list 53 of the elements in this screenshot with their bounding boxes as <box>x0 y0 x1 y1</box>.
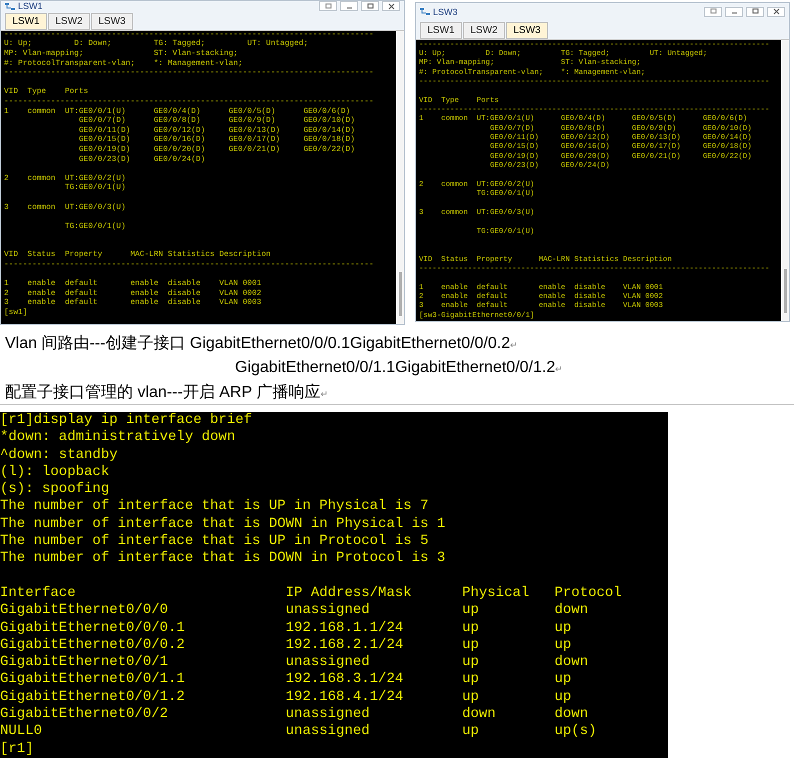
network-icon <box>5 2 15 11</box>
tab[interactable]: LSW3 <box>506 22 548 39</box>
scrollbar[interactable] <box>781 40 789 321</box>
tab[interactable]: LSW2 <box>463 22 505 39</box>
restore-button[interactable] <box>704 6 722 17</box>
minimize-button[interactable] <box>340 1 358 12</box>
paragraph-mark: ↵ <box>510 338 518 352</box>
terminal-line: The number of interface that is UP in Physical is 7 <box>0 498 430 516</box>
restore-icon <box>708 8 718 16</box>
terminal-line: ^down: standby <box>0 446 119 464</box>
scroll-thumb[interactable] <box>398 272 402 316</box>
paragraph-mark: ↵ <box>320 388 328 400</box>
terminal-line: (l): loopback <box>0 464 110 482</box>
paragraph-mark: ↵ <box>555 362 564 376</box>
terminal-line: GigabitEthernet0/0/0.1 192.168.1.1/24 up up <box>0 620 572 637</box>
terminal-line: The number of interface that is UP in Protocol is 5 <box>0 533 430 550</box>
close-button[interactable] <box>382 1 400 12</box>
minimize-button[interactable] <box>725 6 743 17</box>
close-icon <box>772 8 780 16</box>
terminal-line: The number of interface that is DOWN in Physical is 1 <box>0 516 446 534</box>
terminal-line: *down: administratively down <box>0 429 236 447</box>
close-icon <box>386 2 396 10</box>
network-icon <box>420 7 430 16</box>
terminal-line: GigabitEthernet0/0/0 unassigned up down <box>0 602 590 620</box>
tab[interactable]: LSW2 <box>48 12 90 30</box>
terminal-line: GigabitEthernet0/0/0.2 192.168.2.1/24 up up <box>0 636 572 654</box>
terminal-line: [r1] <box>0 740 35 758</box>
maximize-button[interactable] <box>746 6 764 17</box>
scrollbar[interactable] <box>396 30 404 324</box>
restore-icon <box>324 2 332 10</box>
tab[interactable]: LSW1 <box>420 22 462 39</box>
terminal-line: The number of interface that is DOWN in Protocol is 3 <box>0 550 446 568</box>
maximize-icon <box>366 2 374 10</box>
terminal-line: Interface IP Address/Mask Physical Protocol <box>0 584 623 602</box>
paragraph-text: 配置子接口管理的 vlan---开启 ARP 广播响应 <box>5 382 320 403</box>
tab[interactable]: LSW1 <box>5 12 47 30</box>
maximize-icon <box>750 8 760 16</box>
terminal-line: GigabitEthernet0/0/1.2 192.168.4.1/24 up up <box>0 688 572 706</box>
close-button[interactable] <box>767 6 785 17</box>
terminal-line: GigabitEthernet0/0/1.1 192.168.3.1/24 up up <box>0 671 572 689</box>
terminal-line: [r1]display ip interface brief <box>0 412 254 430</box>
paragraph-text: GigabitEthernet0/0/1.1GigabitEthernet0/0/1.2 <box>235 358 556 378</box>
terminal-line: GigabitEthernet0/0/2 unassigned down down <box>0 706 590 724</box>
maximize-button[interactable] <box>361 1 379 12</box>
scroll-thumb[interactable] <box>784 269 786 313</box>
terminal-line: (s): spoofing <box>0 481 110 498</box>
paragraph-text: Vlan 间路由---创建子接口 GigabitEthernet0/0/0.1GigabitEthernet0/0/0.2 <box>5 334 510 354</box>
restore-button[interactable] <box>319 1 337 12</box>
window-title: LSW3 <box>433 6 458 17</box>
window-title: LSW1 <box>18 1 43 12</box>
terminal-line: GigabitEthernet0/0/1 unassigned up down <box>0 654 590 672</box>
terminal-line: NULL0 unassigned up up(s) <box>0 723 598 741</box>
tab[interactable]: LSW3 <box>91 12 133 30</box>
